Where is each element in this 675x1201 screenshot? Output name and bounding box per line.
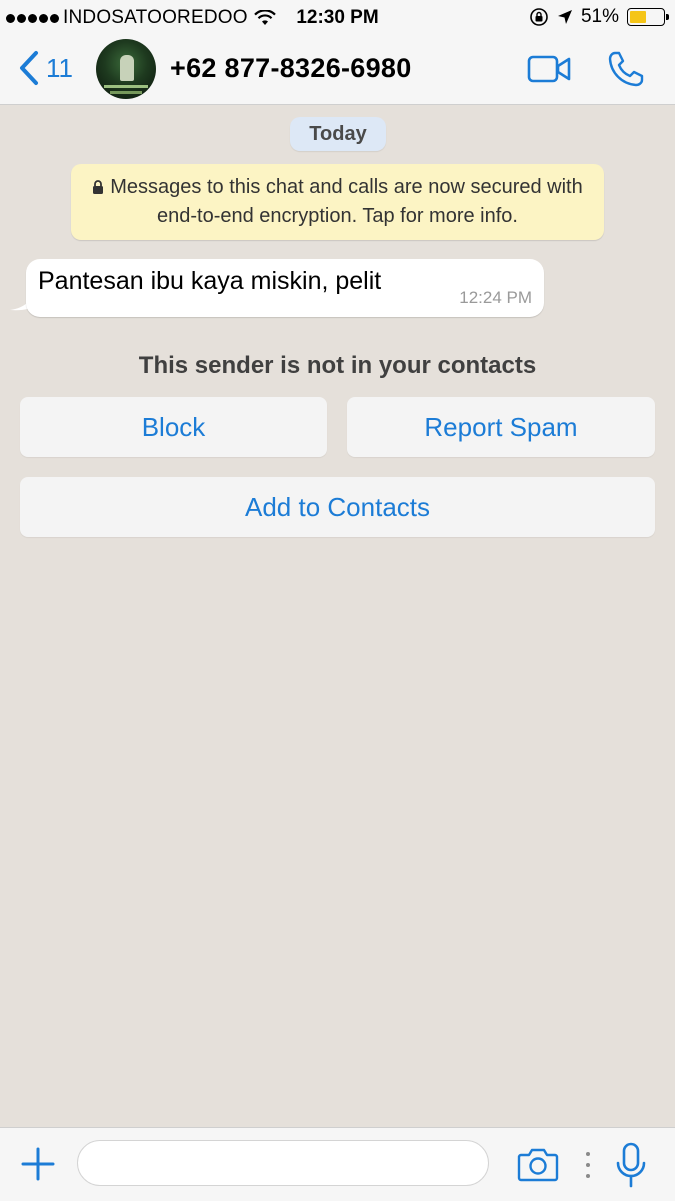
microphone-icon[interactable] <box>615 1142 647 1188</box>
status-bar: INDOSATOOREDOO 12:30 PM 51% <box>0 0 675 36</box>
status-right: 51% <box>529 6 669 28</box>
status-time: 12:30 PM <box>296 7 379 28</box>
carrier-name: INDOSATOOREDOO <box>63 7 248 28</box>
video-call-icon[interactable] <box>527 53 571 85</box>
wifi-icon <box>253 10 276 25</box>
message-timestamp: 12:24 PM <box>459 288 532 307</box>
block-button[interactable]: Block <box>20 397 327 457</box>
battery-fill <box>630 11 646 23</box>
orientation-lock-icon <box>530 8 548 26</box>
message-bubble[interactable]: Pantesan ibu kaya miskin, pelit 12:24 PM <box>26 259 544 317</box>
sender-notice: This sender is not in your contacts <box>138 352 537 379</box>
camera-icon[interactable] <box>517 1145 559 1183</box>
phone-call-icon[interactable] <box>606 49 646 89</box>
lock-icon <box>93 180 104 194</box>
location-arrow-icon <box>557 10 572 24</box>
encryption-notice[interactable]: Messages to this chat and calls are now … <box>71 164 604 240</box>
chevron-left-icon <box>20 51 38 85</box>
back-count: 11 <box>46 52 73 83</box>
message-text: Pantesan ibu kaya miskin, pelit <box>38 267 382 295</box>
status-left: INDOSATOOREDOO <box>6 7 276 29</box>
add-to-contacts-button[interactable]: Add to Contacts <box>20 477 655 537</box>
input-bar <box>0 1127 675 1201</box>
battery-percent: 51% <box>580 6 619 27</box>
plus-icon[interactable] <box>20 1146 56 1182</box>
back-button[interactable]: 11 <box>18 50 73 86</box>
message-input[interactable] <box>77 1140 489 1186</box>
report-spam-button[interactable]: Report Spam <box>347 397 655 457</box>
signal-dots-icon <box>6 13 59 23</box>
date-label: Today <box>290 117 386 151</box>
avatar[interactable] <box>96 39 156 99</box>
encryption-text: Messages to this chat and calls are now … <box>110 176 583 227</box>
battery-icon <box>627 8 669 26</box>
chat-header: 11 +62 877-8326-6980 <box>0 36 675 105</box>
more-dots-icon[interactable] <box>584 1150 592 1180</box>
contact-name[interactable]: +62 877-8326-6980 <box>170 53 412 84</box>
